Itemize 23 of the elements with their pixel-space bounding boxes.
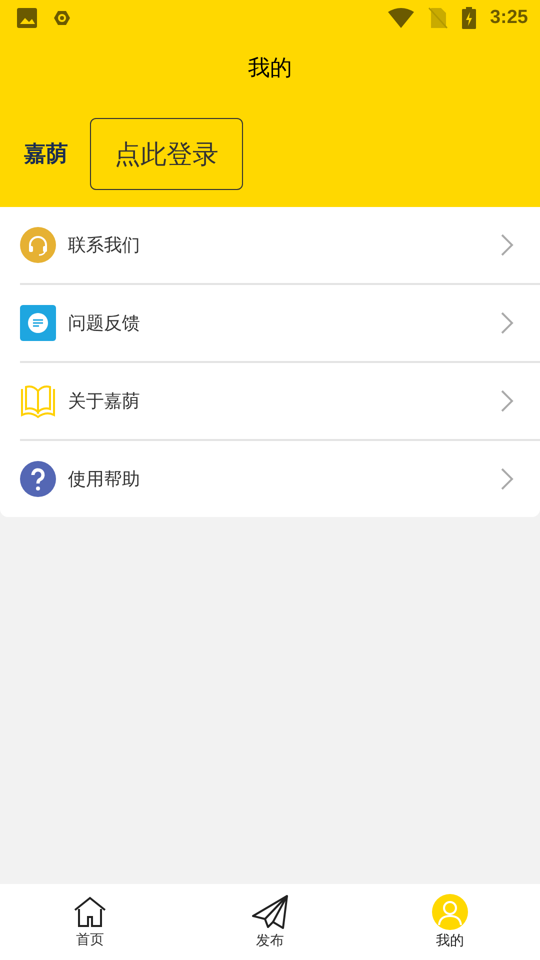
- book-icon: [20, 383, 56, 419]
- home-icon: [73, 895, 107, 929]
- chevron-right-icon: [500, 389, 514, 413]
- menu-item[interactable]: 使用帮助: [68, 467, 488, 491]
- no-sim-icon: [428, 7, 448, 29]
- status-time: 3:25: [490, 7, 528, 29]
- menu-item[interactable]: 问题反馈: [68, 311, 488, 335]
- chevron-right-icon: [500, 311, 514, 335]
- user-icon: [432, 894, 468, 930]
- chevron-right-icon: [500, 233, 514, 257]
- battery-icon: [462, 7, 476, 29]
- menu-item[interactable]: 联系我们: [68, 233, 488, 257]
- image-icon: [16, 7, 38, 29]
- chat-icon: [20, 305, 56, 341]
- login-button[interactable]: 点此登录: [90, 118, 243, 190]
- headset-icon: [20, 227, 56, 263]
- menu-item[interactable]: 关于嘉荫: [68, 389, 488, 413]
- page-title: 我的: [248, 55, 292, 83]
- wifi-icon: [388, 8, 414, 28]
- chevron-right-icon: [500, 467, 514, 491]
- brand-name: 嘉荫: [24, 141, 68, 169]
- help-icon: [20, 461, 56, 497]
- paper-plane-icon: [251, 894, 289, 930]
